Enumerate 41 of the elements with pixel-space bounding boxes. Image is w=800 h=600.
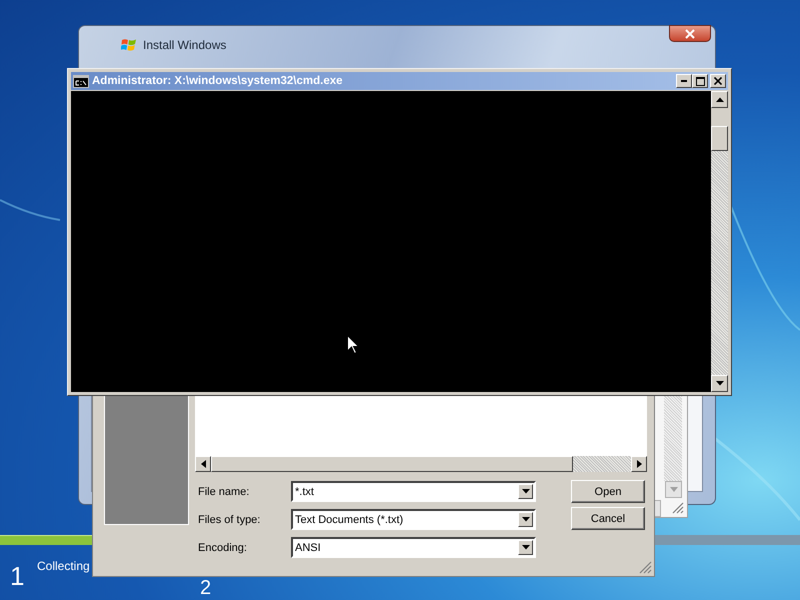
close-button[interactable]	[669, 25, 711, 42]
down-arrow-icon	[670, 486, 678, 492]
scrollbar-thumb[interactable]	[211, 456, 573, 472]
console-icon	[73, 74, 89, 88]
step-number: 1	[10, 563, 24, 589]
combo-field[interactable]: *.txt	[291, 481, 536, 502]
down-arrow-icon	[522, 489, 530, 494]
dialog-button[interactable]: Cancel	[571, 507, 645, 530]
field-label: File name:	[197, 486, 250, 498]
close-icon	[714, 77, 722, 85]
down-arrow-icon	[522, 545, 530, 550]
dropdown-icon[interactable]	[518, 484, 533, 499]
scroll-right-button[interactable]	[631, 456, 647, 472]
minimize-button[interactable]	[676, 74, 692, 88]
field-label: Files of type:	[197, 514, 262, 526]
up-arrow-icon	[716, 97, 724, 102]
dropdown-icon[interactable]	[518, 540, 533, 555]
step-number: 2	[200, 578, 212, 598]
maximize-icon	[696, 76, 704, 86]
dropdown-icon[interactable]	[518, 512, 533, 527]
step-label: Collecting	[37, 559, 90, 573]
windows-flag-icon	[121, 37, 137, 53]
mouse-pointer-icon	[347, 335, 359, 354]
scrollbar-thumb[interactable]	[711, 126, 728, 151]
resize-grip-icon[interactable]	[670, 500, 684, 514]
maximize-button[interactable]	[692, 74, 708, 88]
resize-grip-icon[interactable]	[638, 560, 652, 574]
combo-field[interactable]: ANSI	[291, 537, 536, 558]
dialog-button[interactable]: Open	[571, 480, 645, 503]
minimize-icon	[681, 80, 687, 82]
down-arrow-icon	[716, 381, 724, 386]
left-arrow-icon	[200, 460, 206, 468]
scroll-left-button[interactable]	[195, 456, 211, 472]
field-label: Encoding:	[197, 542, 248, 554]
right-arrow-icon	[636, 460, 642, 468]
window-title: Install Windows	[143, 38, 226, 52]
combo-field[interactable]: Text Documents (*.txt)	[291, 509, 536, 530]
down-arrow-icon	[522, 517, 530, 522]
close-icon	[685, 28, 695, 38]
scroll-up-button[interactable]	[711, 91, 728, 108]
window-title: Administrator: X:\windows\system32\cmd.exe	[92, 75, 344, 87]
